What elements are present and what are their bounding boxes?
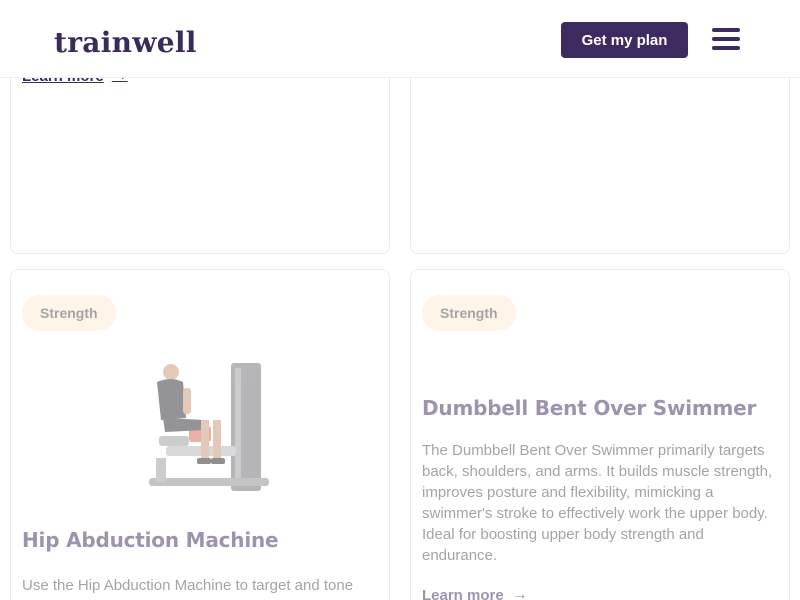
menu-bar — [712, 37, 740, 41]
exercise-description: The Dumbbell Bent Over Swimmer primarily… — [422, 442, 773, 564]
learn-more-link[interactable]: Learn more → — [422, 586, 528, 600]
hamburger-menu-icon[interactable] — [712, 28, 740, 50]
exercise-description: Use the Hip Abduction Machine to target … — [22, 577, 354, 594]
exercise-title: Dumbbell Bent Over Swimmer — [422, 396, 757, 420]
category-tag: Strength — [22, 295, 116, 331]
category-tag: Strength — [422, 295, 516, 331]
menu-bar — [712, 46, 740, 50]
exercise-card-hip-abduction[interactable]: Strength Hip Abduction Machine Use the H… — [10, 269, 390, 600]
learn-more-label: Learn more — [422, 586, 504, 600]
arrow-right-icon: → — [511, 586, 528, 600]
exercise-image — [149, 363, 269, 491]
menu-bar — [712, 28, 740, 32]
exercise-title: Hip Abduction Machine — [22, 528, 279, 552]
exercise-card-dumbbell-bent-over-swimmer[interactable]: Strength Dumbbell Bent Over Swimmer The … — [410, 269, 790, 600]
get-my-plan-button[interactable]: Get my plan — [561, 22, 688, 58]
trainwell-logo[interactable]: trainwell — [54, 26, 197, 59]
site-header: trainwell Get my plan — [0, 0, 800, 78]
